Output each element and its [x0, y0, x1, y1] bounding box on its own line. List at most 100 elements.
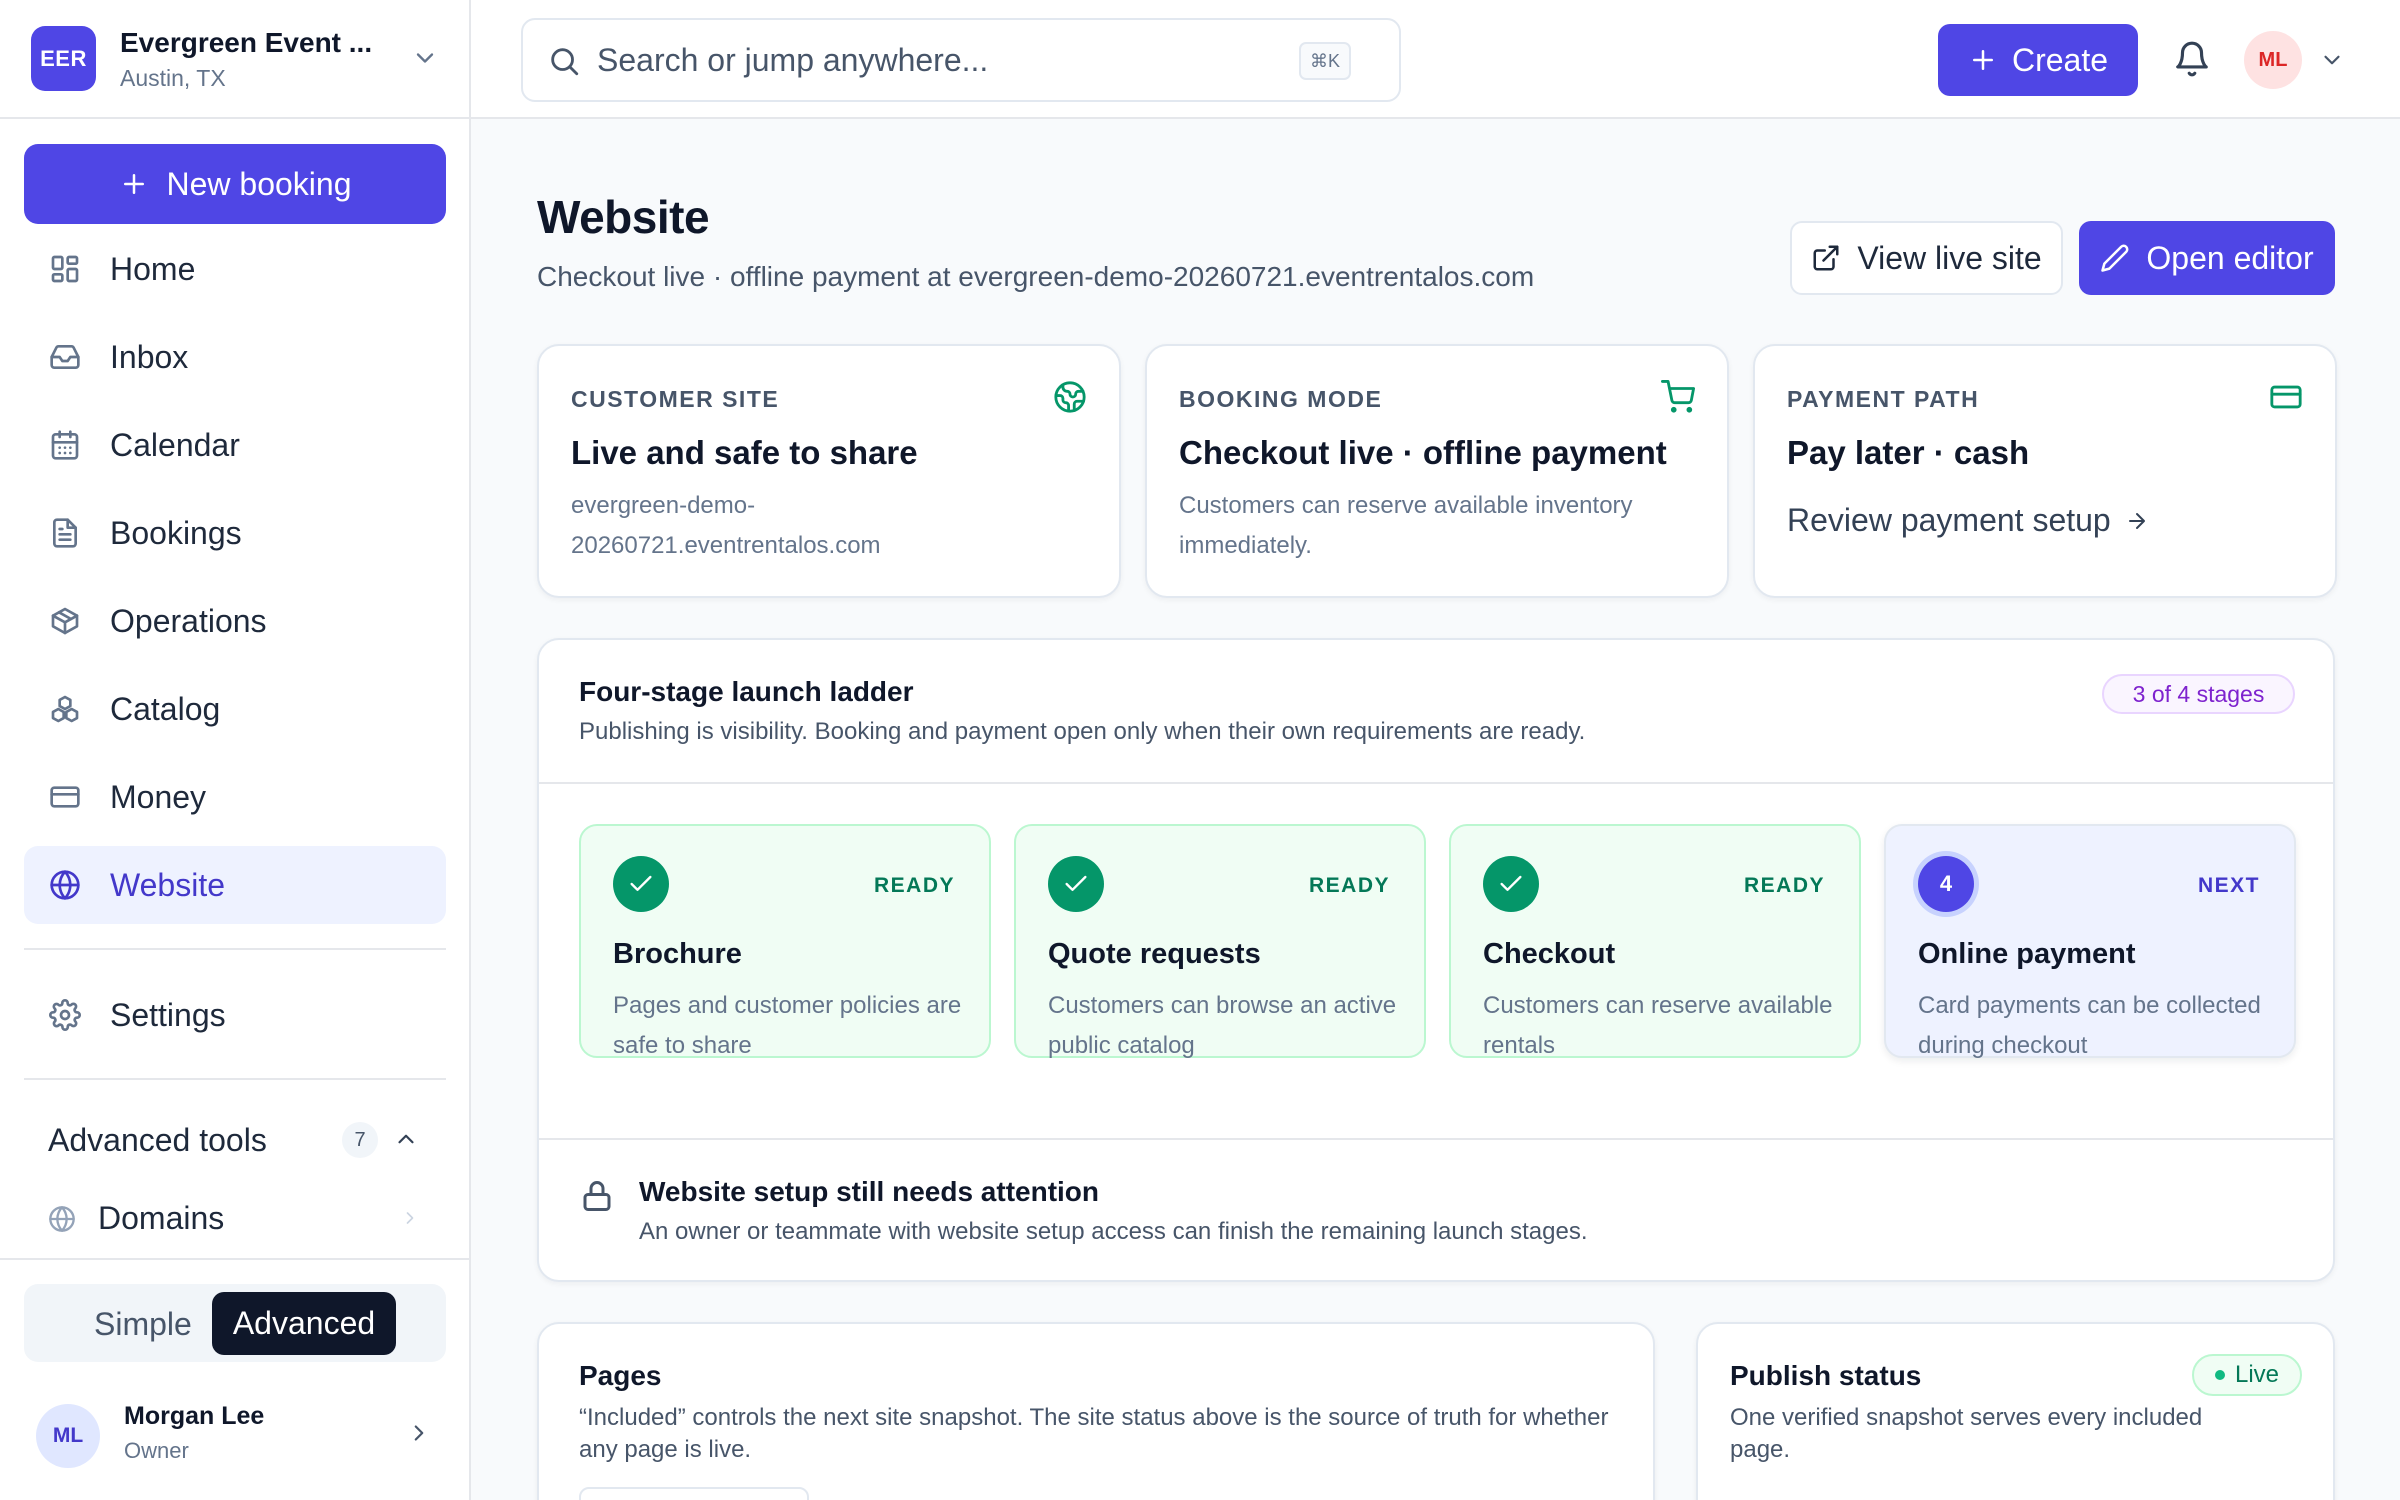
pages-title: Pages	[579, 1360, 662, 1391]
account-avatar[interactable]: ML	[2244, 31, 2302, 89]
document-icon	[53, 518, 77, 548]
view-live-site-button[interactable]: View live site	[1790, 221, 2063, 295]
stage-number: 4	[1918, 856, 1974, 912]
topbar: ⌘K Create ML	[471, 0, 2400, 119]
status-badge: Live	[2192, 1354, 2302, 1396]
sidebar-item-calendar[interactable]: Calendar	[24, 406, 446, 484]
arrow-right-icon	[2128, 512, 2145, 529]
advanced-tools-toggle[interactable]: Advanced tools	[48, 1122, 267, 1159]
sidebar-item-label: Website	[110, 866, 226, 903]
sidebar-item-settings[interactable]: Settings	[24, 976, 446, 1054]
sidebar-item-operations[interactable]: Operations	[24, 582, 446, 660]
box-icon	[51, 607, 79, 635]
card-body: Customers can reserve available inventor…	[1179, 492, 1633, 559]
booking-mode-card: BOOKING MODE Checkout live · offline pay…	[1145, 344, 1729, 598]
pages-body: “Included” controls the next site snapsh…	[579, 1404, 1609, 1463]
stage-title: Brochure	[613, 938, 742, 970]
cart-icon	[1661, 380, 1695, 413]
card-title: Live and safe to share	[571, 434, 918, 471]
sidebar-item-home[interactable]: Home	[24, 230, 446, 308]
mode-advanced-option[interactable]: Advanced	[212, 1292, 396, 1355]
gear-icon	[49, 999, 81, 1031]
chevron-down-icon	[416, 53, 434, 63]
stage-body: Customers can browse an active public ca…	[1048, 992, 1397, 1059]
pencil-icon	[2101, 244, 2129, 272]
sidebar-item-catalog[interactable]: Catalog	[24, 670, 446, 748]
stage-body: Customers can reserve available rentals	[1483, 992, 1833, 1059]
review-payment-setup-link[interactable]: Review payment setup	[1787, 502, 2149, 539]
sidebar-item-label: Settings	[110, 996, 226, 1033]
lock-icon	[583, 1181, 611, 1211]
bell-icon[interactable]	[2173, 40, 2211, 78]
shortcut-hint: ⌘K	[1299, 42, 1351, 80]
launch-ladder-card: Four-stage launch ladder Publishing is v…	[537, 638, 2335, 1282]
chevron-right-icon[interactable]	[406, 1420, 432, 1446]
status-badge-label: Live	[2234, 1361, 2280, 1388]
sidebar-footer: Simple Advanced ML Morgan Lee Owner	[0, 1258, 469, 1500]
sidebar-item-bookings[interactable]: Bookings	[24, 494, 446, 572]
customer-site-card: CUSTOMER SITE Live and safe to share eve…	[537, 344, 1121, 598]
stage-title: Quote requests	[1048, 938, 1261, 970]
sidebar-item-money[interactable]: Money	[24, 758, 446, 836]
attention-body: An owner or teammate with website setup …	[639, 1218, 1588, 1245]
user-name[interactable]: Morgan Lee	[124, 1402, 264, 1431]
org-location: Austin, TX	[120, 65, 226, 91]
globe-icon	[1054, 381, 1086, 413]
sidebar-item-label: Money	[110, 778, 207, 815]
stage-online-payment: 4 NEXT Online payment Card payments can …	[1884, 824, 2296, 1059]
view-live-site-label: View live site	[1857, 239, 2042, 276]
sidebar-item-website[interactable]: Website	[24, 846, 446, 924]
globe-icon	[49, 1205, 75, 1232]
boxes-icon	[51, 695, 79, 723]
search-icon	[551, 48, 579, 76]
new-booking-button[interactable]: New booking	[24, 144, 446, 224]
chevron-up-icon[interactable]	[393, 1126, 419, 1152]
org-name: Evergreen Event ...	[120, 27, 373, 58]
search-box[interactable]: ⌘K	[521, 18, 1401, 102]
page-title: Website	[537, 191, 710, 243]
publish-title: Publish status	[1730, 1360, 1922, 1391]
pages-filter-control[interactable]	[579, 1487, 809, 1500]
stage-status: READY	[873, 874, 955, 897]
create-label: Create	[2011, 41, 2109, 78]
new-booking-label: New booking	[166, 165, 352, 202]
status-dot-icon	[2214, 1370, 2225, 1380]
user-role: Owner	[124, 1438, 189, 1463]
divider	[539, 1138, 2333, 1140]
search-input[interactable]	[597, 38, 1257, 82]
sidebar-item-domains[interactable]: Domains	[48, 1200, 224, 1237]
check-icon	[1483, 856, 1539, 912]
check-icon	[613, 856, 669, 912]
open-editor-button[interactable]: Open editor	[2079, 221, 2335, 295]
sidebar-item-label: Domains	[98, 1200, 225, 1236]
mode-simple-option[interactable]: Simple	[94, 1306, 192, 1343]
stage-body: Card payments can be collected during ch…	[1918, 992, 2261, 1059]
card-title: Checkout live · offline payment	[1179, 434, 1667, 471]
sidebar-item-label: Home	[110, 250, 196, 287]
publish-status-card: Publish status One verified snapshot ser…	[1696, 1322, 2335, 1500]
stage-status: READY	[1743, 874, 1825, 897]
credit-card-icon	[2270, 385, 2302, 409]
ladder-title: Four-stage launch ladder	[579, 676, 914, 707]
stage-checkout: READY Checkout Customers can reserve ava…	[1449, 824, 1861, 1059]
card-label: BOOKING MODE	[1179, 386, 1383, 412]
plus-icon	[1972, 50, 1993, 70]
card-label: PAYMENT PATH	[1787, 386, 1980, 412]
org-switcher[interactable]: EER Evergreen Event ... Austin, TX	[0, 0, 469, 119]
stage-body: Pages and customer policies are safe to …	[613, 992, 962, 1059]
sidebar-item-label: Inbox	[110, 338, 189, 375]
sidebar-item-inbox[interactable]: Inbox	[24, 318, 446, 396]
review-payment-setup-label: Review payment setup	[1787, 502, 2111, 538]
mode-switch: Simple Advanced	[24, 1284, 446, 1362]
card-body: evergreen-demo-20260721.eventrentalos.co…	[571, 492, 881, 559]
sidebar-item-label: Catalog	[110, 690, 221, 727]
globe-icon	[50, 870, 80, 900]
ladder-progress-badge: 3 of 4 stages	[2102, 674, 2295, 714]
chevron-down-icon[interactable]	[2319, 47, 2345, 73]
create-button[interactable]: Create	[1938, 24, 2138, 96]
org-badge: EER	[31, 26, 96, 91]
ladder-subtitle: Publishing is visibility. Booking and pa…	[579, 718, 1586, 745]
credit-card-icon	[50, 786, 80, 808]
divider	[539, 782, 2333, 784]
stage-quote-requests: READY Quote requests Customers can brows…	[1014, 824, 1426, 1059]
